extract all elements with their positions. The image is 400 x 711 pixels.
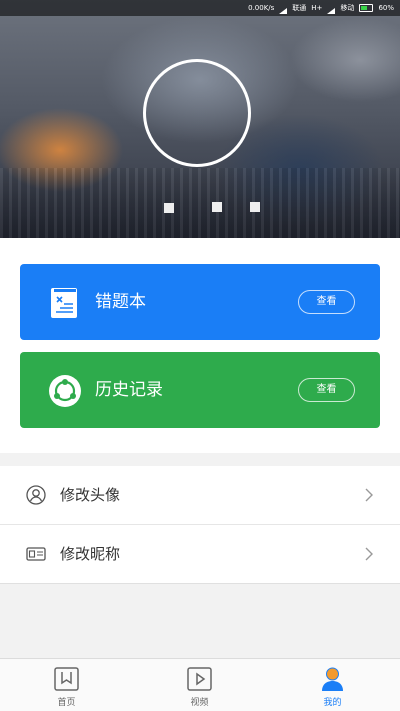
chevron-right-icon <box>365 488 373 502</box>
status-bar: 0.00K/s 联通 H+ 移动 60% <box>0 0 400 16</box>
tab-home[interactable]: 首页 <box>0 659 133 711</box>
bottom-tab-bar: 首页 视频 我的 <box>0 658 400 711</box>
settings-list: 修改头像 修改昵称 <box>0 466 400 584</box>
cards-section: 错题本 查看 历史记录 查看 <box>0 238 400 453</box>
carrier-1: 联通 <box>292 4 307 12</box>
history-view-button[interactable]: 查看 <box>298 378 355 402</box>
wrong-questions-card[interactable]: 错题本 查看 <box>20 264 380 340</box>
user-icon <box>26 485 46 505</box>
wrong-questions-title: 错题本 <box>95 292 146 312</box>
avatar[interactable] <box>143 59 251 167</box>
home-bookmark-icon <box>54 667 79 691</box>
id-card-icon <box>26 547 46 561</box>
profile-icon <box>322 667 343 691</box>
notebook-icon <box>51 288 77 318</box>
battery-percent: 60% <box>378 4 394 12</box>
profile-header: 0.00K/s 联通 H+ 移动 60% <box>0 0 400 238</box>
history-card[interactable]: 历史记录 查看 <box>20 352 380 428</box>
carrier-2: 移动 <box>340 4 355 12</box>
video-play-icon <box>187 667 212 691</box>
tab-mine[interactable]: 我的 <box>266 659 399 711</box>
list-item-change-avatar[interactable]: 修改头像 <box>0 466 400 525</box>
history-circle-icon <box>49 375 81 407</box>
network-speed: 0.00K/s <box>248 4 275 12</box>
list-item-change-nickname[interactable]: 修改昵称 <box>0 525 400 584</box>
list-item-label: 修改头像 <box>60 486 121 504</box>
signal-icon <box>279 2 288 14</box>
battery-icon <box>359 4 374 12</box>
profile-screen: 0.00K/s 联通 H+ 移动 60% 错题本 查看 历史记录 查看 修改头像… <box>0 0 400 711</box>
signal-icon <box>327 2 336 14</box>
wrong-questions-view-button[interactable]: 查看 <box>298 290 355 314</box>
chevron-right-icon <box>365 547 373 561</box>
tab-label: 我的 <box>323 698 342 708</box>
tab-label: 首页 <box>57 698 76 708</box>
list-item-label: 修改昵称 <box>60 545 121 563</box>
nickname-masked <box>164 202 260 213</box>
tab-video[interactable]: 视频 <box>133 659 266 711</box>
history-title: 历史记录 <box>95 380 163 400</box>
tab-label: 视频 <box>190 698 209 708</box>
network-type: H+ <box>311 4 323 12</box>
